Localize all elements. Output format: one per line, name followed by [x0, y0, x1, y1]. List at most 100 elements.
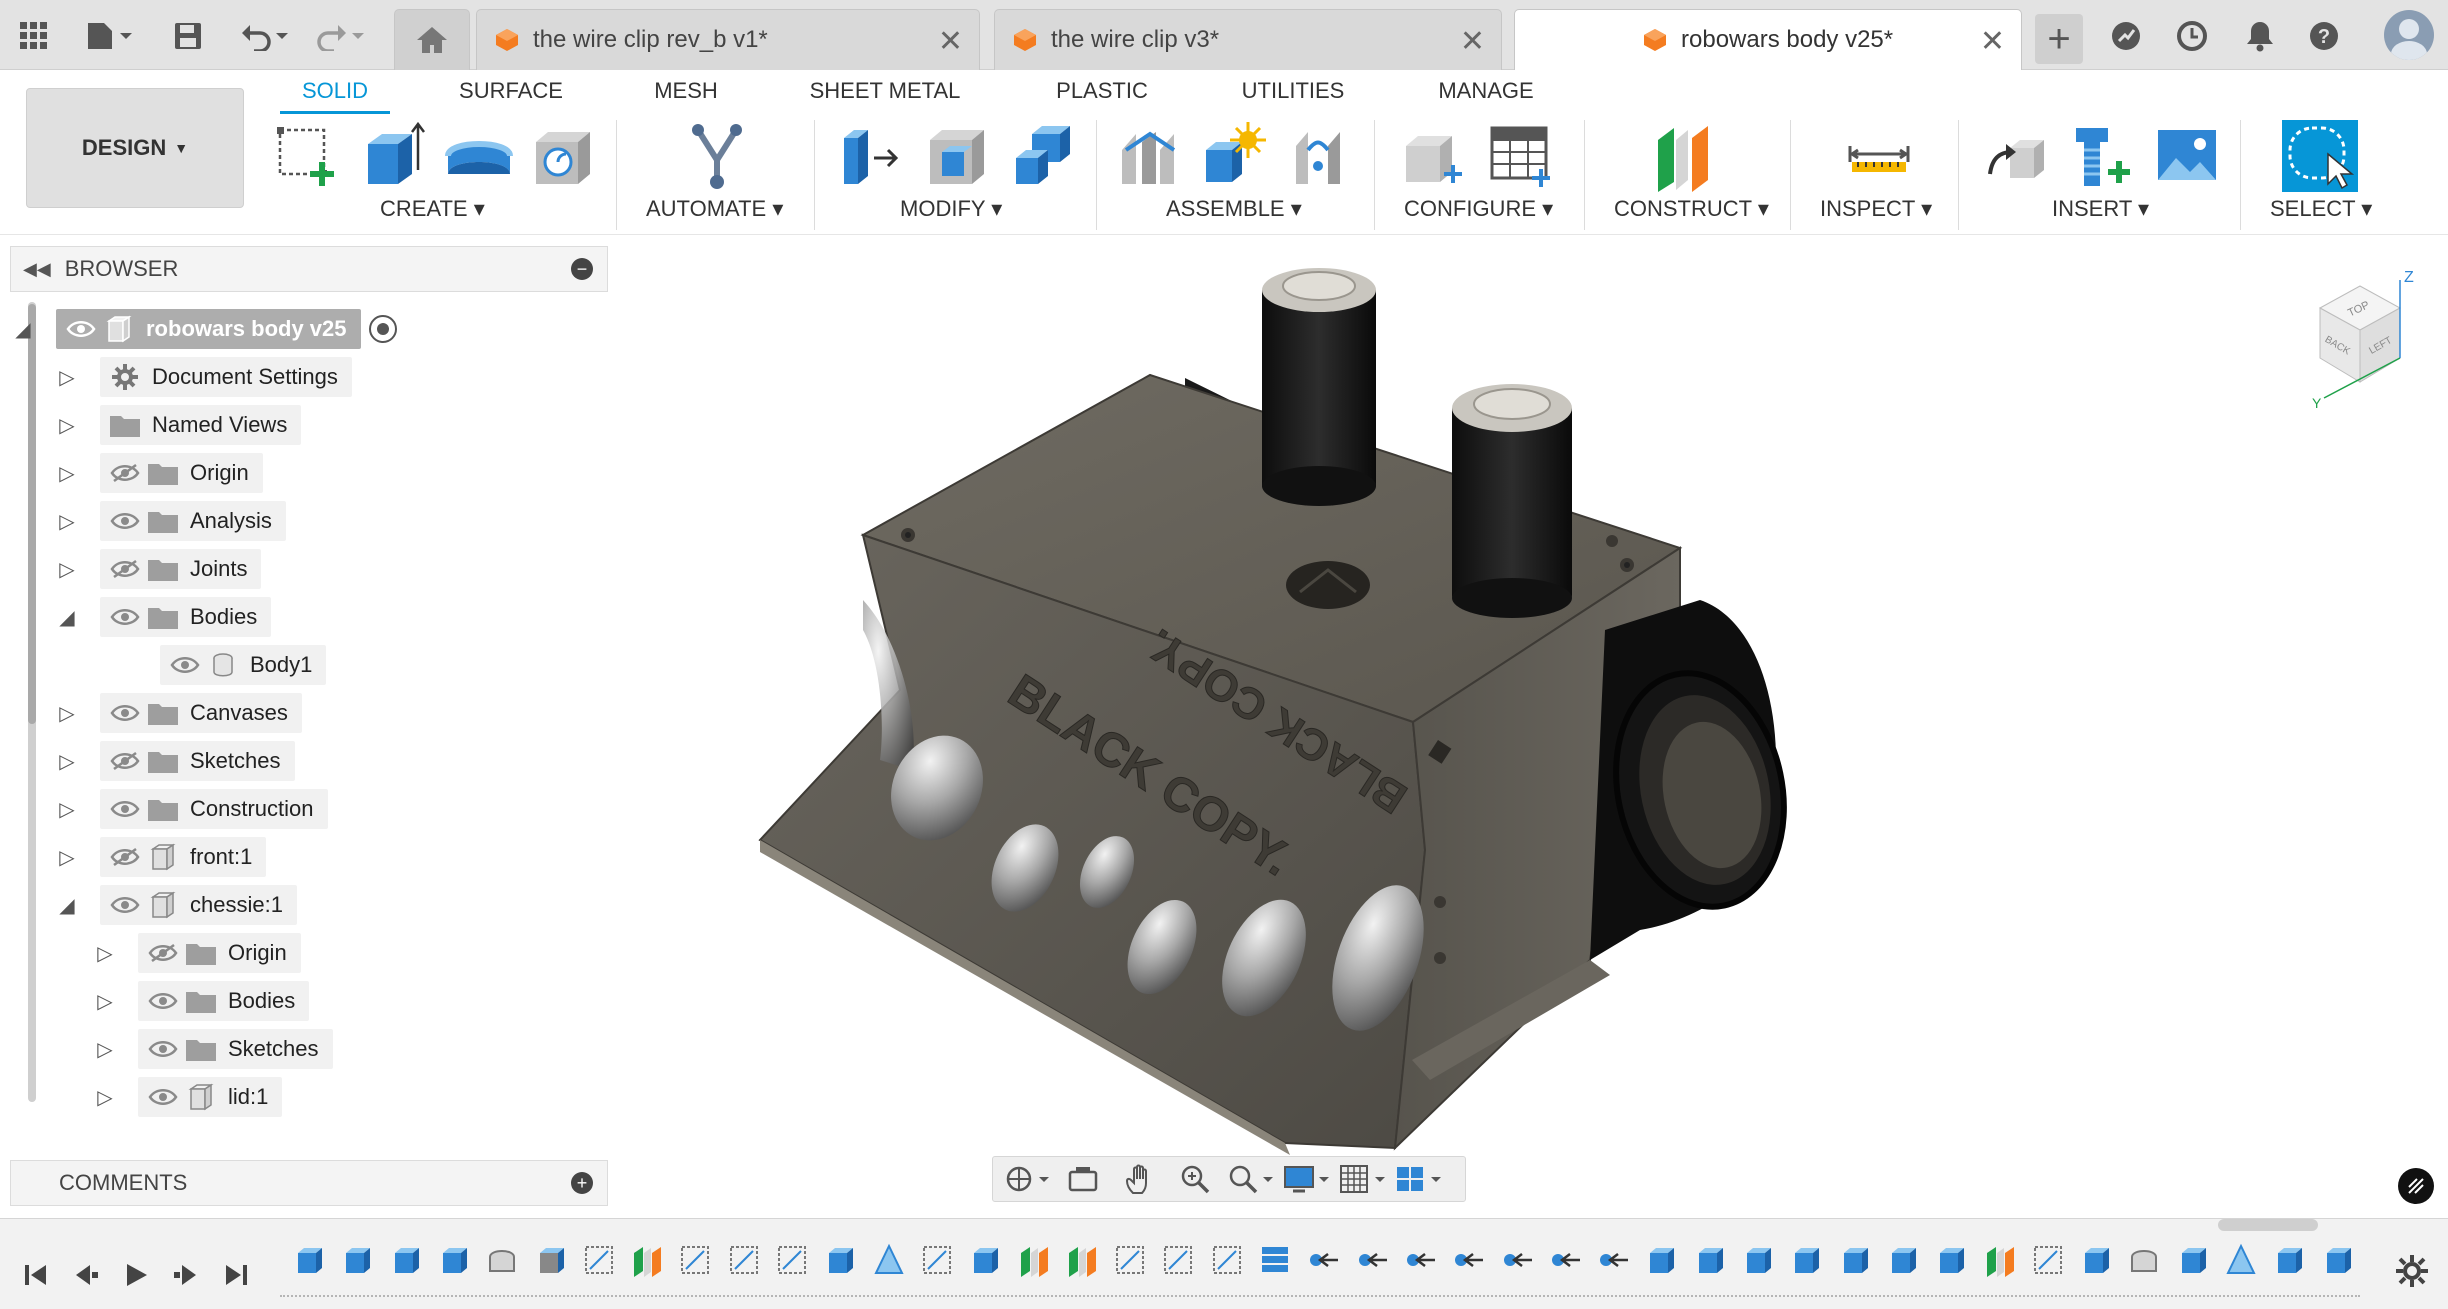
extrude-icon[interactable]	[360, 120, 426, 192]
timeline-feature-box2-icon[interactable]	[534, 1243, 568, 1277]
file-icon[interactable]	[80, 14, 142, 58]
new-component-icon[interactable]	[1200, 120, 1266, 192]
timeline-feature-joint-icon[interactable]	[1500, 1243, 1534, 1277]
workspace-dropdown[interactable]: DESIGN ▼	[26, 88, 244, 208]
timeline-feature-sketch-icon[interactable]	[1113, 1243, 1147, 1277]
browser-node-pill[interactable]: Document Settings	[100, 357, 352, 397]
avatar[interactable]	[2384, 10, 2434, 60]
collapse-arrow-icon[interactable]: ◢	[54, 893, 80, 918]
skip-start-icon[interactable]	[16, 1257, 56, 1293]
browser-node[interactable]: ▷ Document Settings	[59, 356, 352, 398]
eye-icon[interactable]	[106, 506, 144, 536]
step-back-icon[interactable]	[66, 1257, 106, 1293]
select-icon[interactable]	[2282, 120, 2358, 192]
eye-hidden-icon[interactable]	[106, 458, 144, 488]
minimize-panel-icon[interactable]: −	[571, 258, 593, 280]
timeline-feature-box-icon[interactable]	[1644, 1243, 1678, 1277]
browser-node-pill[interactable]: Origin	[138, 933, 301, 973]
save-icon[interactable]	[166, 14, 210, 58]
timeline-feature-sketch-icon[interactable]	[582, 1243, 616, 1277]
orbit-icon[interactable]	[999, 1159, 1055, 1199]
browser-node[interactable]: ▷ Canvases	[59, 692, 302, 734]
browser-node-pill[interactable]: Body1	[160, 645, 327, 685]
configure-icon[interactable]	[1400, 120, 1466, 192]
step-forward-icon[interactable]	[166, 1257, 206, 1293]
insert-menu[interactable]: INSERT ▾	[2052, 196, 2149, 222]
browser-node-pill[interactable]: Sketches	[100, 741, 295, 781]
browser-node[interactable]: ▷ Origin	[59, 452, 263, 494]
browser-node[interactable]: ▷ Sketches	[59, 740, 295, 782]
eye-hidden-icon[interactable]	[144, 938, 182, 968]
browser-node-pill[interactable]: Joints	[100, 549, 262, 589]
offset-plane-icon[interactable]	[1652, 120, 1718, 192]
hole-icon[interactable]	[530, 120, 596, 192]
browser-node-pill[interactable]: Canvases	[100, 693, 302, 733]
close-icon[interactable]: ✕	[1460, 24, 1485, 59]
grid-icon[interactable]	[12, 14, 56, 58]
create-sketch-icon[interactable]	[272, 120, 338, 192]
skip-end-icon[interactable]	[216, 1257, 256, 1293]
browser-node[interactable]: ▷ Origin	[97, 932, 301, 974]
timeline-feature-sketch-icon[interactable]	[1210, 1243, 1244, 1277]
timeline-feature-box-icon[interactable]	[1789, 1243, 1823, 1277]
timeline-feature-tri-icon[interactable]	[2224, 1243, 2258, 1277]
activate-radio-icon[interactable]	[368, 315, 397, 343]
close-icon[interactable]: ✕	[1980, 24, 2005, 59]
browser-node[interactable]: Body1	[160, 644, 327, 686]
automate-icon[interactable]	[684, 120, 750, 192]
home-tab[interactable]	[394, 9, 470, 70]
inspect-menu[interactable]: INSPECT ▾	[1820, 196, 1932, 222]
expand-arrow-icon[interactable]: ▷	[92, 941, 118, 966]
revolve-icon[interactable]	[444, 120, 513, 192]
timeline-feature-box-icon[interactable]	[2272, 1243, 2306, 1277]
timeline-feature-plane-icon[interactable]	[630, 1243, 664, 1277]
timeline-feature-joint-icon[interactable]	[1548, 1243, 1582, 1277]
timeline-feature-box-icon[interactable]	[2079, 1243, 2113, 1277]
expand-arrow-icon[interactable]: ▷	[54, 749, 80, 774]
play-icon[interactable]	[116, 1257, 156, 1293]
expand-arrow-icon[interactable]: ▷	[54, 365, 80, 390]
zoom-icon[interactable]	[1167, 1159, 1223, 1199]
browser-node-pill[interactable]: Bodies	[138, 981, 310, 1021]
model-render[interactable]: BLACK COPY. BLACK COPY.	[610, 236, 2448, 1218]
eye-hidden-icon[interactable]	[106, 554, 144, 584]
undo-icon[interactable]	[234, 14, 296, 58]
browser-node-pill[interactable]: lid:1	[138, 1077, 283, 1117]
tab-mesh[interactable]: MESH	[636, 78, 736, 114]
collapse-panel-icon[interactable]: ◀◀	[23, 259, 51, 280]
eye-icon[interactable]	[144, 986, 182, 1016]
eye-icon[interactable]	[106, 602, 144, 632]
construct-menu[interactable]: CONSTRUCT ▾	[1614, 196, 1769, 222]
expand-arrow-icon[interactable]: ▷	[92, 1085, 118, 1110]
browser-node-pill[interactable]: Construction	[100, 789, 328, 829]
look-at-icon[interactable]	[1055, 1159, 1111, 1199]
joint-icon[interactable]	[1116, 120, 1182, 192]
help-icon[interactable]: ?	[2302, 14, 2346, 58]
redo-icon[interactable]	[310, 14, 372, 58]
combine-icon[interactable]	[1010, 120, 1076, 192]
timeline-feature-box-icon[interactable]	[1934, 1243, 1968, 1277]
browser-node-pill[interactable]: robowars body v25	[56, 309, 361, 349]
add-comment-icon[interactable]: +	[571, 1172, 593, 1194]
expand-arrow-icon[interactable]: ▷	[54, 845, 80, 870]
scrollbar-thumb[interactable]	[28, 304, 36, 724]
browser-node-pill[interactable]: Sketches	[138, 1029, 333, 1069]
timeline-feature-box-icon[interactable]	[2321, 1243, 2355, 1277]
eye-icon[interactable]	[166, 650, 204, 680]
timeline-feature-stack-icon[interactable]	[1258, 1243, 1292, 1277]
timeline-feature-sketch-icon[interactable]	[727, 1243, 761, 1277]
timeline-settings-icon[interactable]	[2394, 1253, 2430, 1289]
timeline-feature-box-icon[interactable]	[389, 1243, 423, 1277]
browser-node[interactable]: ▷ Sketches	[97, 1028, 333, 1070]
eye-icon[interactable]	[144, 1034, 182, 1064]
timeline-feature-plane-icon[interactable]	[1017, 1243, 1051, 1277]
browser-node[interactable]: ▷ lid:1	[97, 1076, 283, 1118]
timeline-feature-sketch-icon[interactable]	[2031, 1243, 2065, 1277]
browser-node[interactable]: ▷ Named Views	[59, 404, 302, 446]
browser-node[interactable]: ▷ Construction	[59, 788, 328, 830]
as-built-joint-icon[interactable]	[1288, 120, 1354, 192]
expand-arrow-icon[interactable]: ▷	[54, 797, 80, 822]
close-icon[interactable]: ✕	[938, 24, 963, 59]
tab-sheet-metal[interactable]: SHEET METAL	[790, 78, 980, 114]
comments-panel[interactable]: COMMENTS +	[10, 1160, 608, 1206]
